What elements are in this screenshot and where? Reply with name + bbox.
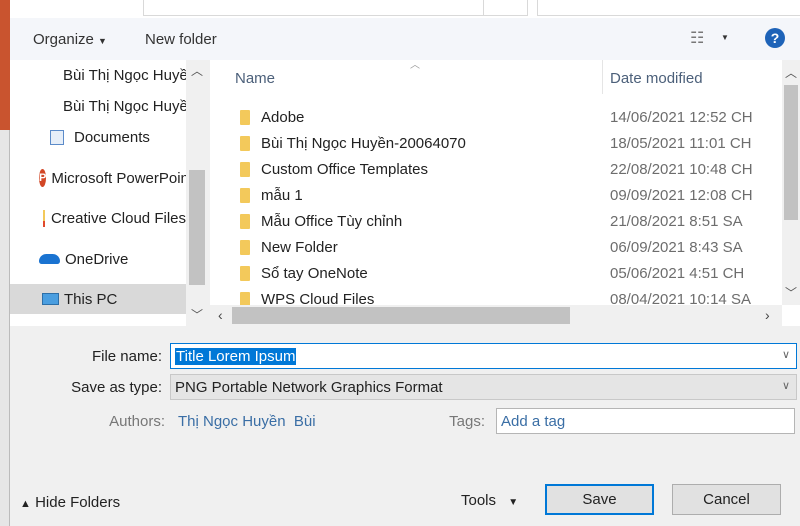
- save-as-type-value: PNG Portable Network Graphics Format: [175, 378, 443, 396]
- view-dropdown-icon[interactable]: ▼: [721, 33, 729, 42]
- nav-label: This PC: [64, 290, 118, 308]
- search-box[interactable]: [537, 0, 800, 16]
- new-folder-button[interactable]: New folder: [145, 31, 217, 48]
- save-as-type-select[interactable]: PNG Portable Network Graphics Format ∨: [170, 374, 797, 400]
- powerpoint-icon: P: [39, 169, 47, 187]
- nav-scrollbar[interactable]: ︿ ﹀: [186, 60, 208, 326]
- dropdown-arrow-icon: ▼: [98, 36, 107, 46]
- save-as-type-label: Save as type:: [71, 379, 162, 396]
- file-date: 22/08/2021 10:48 CH: [610, 160, 753, 178]
- nav-label: Documents: [74, 128, 150, 146]
- file-name: Adobe: [261, 108, 305, 126]
- nav-label: OneDrive: [65, 250, 129, 268]
- tags-placeholder: Add a tag: [501, 412, 566, 430]
- file-date: 18/05/2021 11:01 CH: [610, 134, 752, 152]
- tools-button[interactable]: Tools ▼: [461, 492, 518, 509]
- file-row[interactable]: mẫu 1 09/09/2021 12:08 CH: [210, 182, 782, 208]
- hide-folders-button[interactable]: ▲ Hide Folders: [20, 494, 120, 511]
- nav-item-folder-2[interactable]: Bùi Thị Ngọc Huyền: [10, 91, 186, 121]
- creative-cloud-icon: [43, 209, 45, 227]
- file-date: 05/06/2021 4:51 CH: [610, 264, 745, 282]
- organize-label: Organize: [33, 31, 94, 48]
- save-button[interactable]: Save: [545, 484, 654, 515]
- app-background-strip: [0, 0, 10, 130]
- toolbar: Organize ▼ New folder ☷ ▼ ?: [10, 18, 800, 60]
- nav-label: Microsoft PowerPoint: [51, 169, 186, 187]
- file-row[interactable]: New Folder 06/09/2021 8:43 SA: [210, 234, 782, 260]
- authors-label: Authors:: [109, 413, 165, 430]
- file-row[interactable]: Sổ tay OneNote 05/06/2021 4:51 CH: [210, 260, 782, 286]
- nav-item-documents[interactable]: Documents: [10, 122, 186, 152]
- folder-icon: [240, 135, 250, 151]
- folder-icon: [240, 239, 250, 255]
- chevron-up-icon: ▲: [20, 498, 31, 510]
- list-scrollbar-thumb[interactable]: [784, 85, 798, 220]
- folder-icon: [240, 213, 250, 229]
- column-header-name[interactable]: Name: [235, 70, 275, 87]
- file-list: ︿ Name Date modified Adobe 14/06/2021 12:…: [210, 60, 800, 326]
- nav-item-onedrive[interactable]: OneDrive: [10, 244, 186, 274]
- tools-label: Tools: [461, 492, 497, 509]
- scroll-down-icon[interactable]: ﹀: [191, 306, 203, 323]
- scroll-up-icon[interactable]: ︿: [785, 64, 797, 81]
- file-name: Mẫu Office Tùy chỉnh: [261, 212, 403, 230]
- folder-icon: [240, 187, 250, 203]
- navigation-pane: Bùi Thị Ngọc Huyền Bùi Thị Ngọc Huyền Do…: [10, 60, 208, 326]
- file-date: 06/09/2021 8:43 SA: [610, 238, 743, 256]
- file-name: New Folder: [261, 238, 338, 256]
- file-date: 14/06/2021 12:52 CH: [610, 108, 753, 126]
- nav-item-folder-1[interactable]: Bùi Thị Ngọc Huyền: [10, 60, 186, 90]
- folder-icon: [240, 161, 250, 177]
- file-row[interactable]: Adobe 14/06/2021 12:52 CH: [210, 104, 782, 130]
- list-horizontal-scrollbar[interactable]: ‹ ›: [210, 305, 782, 326]
- file-date: 21/08/2021 8:51 SA: [610, 212, 743, 230]
- sort-arrow-icon: ︿: [410, 60, 420, 71]
- nav-label: Bùi Thị Ngọc Huyền: [63, 97, 186, 115]
- file-name: Bùi Thị Ngọc Huyền-20064070: [261, 134, 466, 152]
- folder-icon: [240, 265, 250, 281]
- scroll-up-icon[interactable]: ︿: [191, 62, 203, 79]
- cancel-button[interactable]: Cancel: [672, 484, 781, 515]
- file-row[interactable]: Bùi Thị Ngọc Huyền-20064070 18/05/2021 11…: [210, 130, 782, 156]
- view-options-icon[interactable]: ☷: [690, 28, 704, 48]
- documents-icon: [50, 129, 64, 145]
- chevron-down-icon[interactable]: ∨: [782, 379, 790, 392]
- hide-folders-label: Hide Folders: [35, 494, 121, 511]
- address-divider: [483, 0, 484, 16]
- scroll-right-icon[interactable]: ›: [765, 307, 770, 323]
- nav-label: Creative Cloud Files: [50, 209, 186, 227]
- pc-icon: [42, 293, 59, 305]
- file-row[interactable]: Mẫu Office Tùy chỉnh 21/08/2021 8:51 SA: [210, 208, 782, 234]
- list-vertical-scrollbar[interactable]: ︿ ﹀: [782, 60, 800, 305]
- column-divider[interactable]: [602, 60, 603, 94]
- folder-icon: [240, 109, 250, 125]
- file-name: Sổ tay OneNote: [261, 264, 368, 282]
- file-date: 09/09/2021 12:08 CH: [610, 186, 753, 204]
- dropdown-arrow-icon: ▼: [508, 497, 519, 508]
- file-name-value: Title Lorem Ipsum: [175, 347, 297, 365]
- help-icon[interactable]: ?: [765, 28, 785, 48]
- horizontal-scrollbar-thumb[interactable]: [232, 307, 570, 324]
- nav-item-this-pc[interactable]: This PC: [10, 284, 186, 314]
- nav-item-powerpoint[interactable]: P Microsoft PowerPoint: [10, 163, 186, 193]
- column-header-date[interactable]: Date modified: [610, 70, 703, 87]
- file-name: Custom Office Templates: [261, 160, 429, 178]
- file-name-label: File name:: [91, 348, 162, 365]
- chevron-down-icon[interactable]: ∨: [782, 348, 790, 361]
- scroll-down-icon[interactable]: ﹀: [785, 284, 797, 301]
- scroll-left-icon[interactable]: ‹: [218, 307, 223, 323]
- tags-label: Tags:: [449, 413, 485, 430]
- nav-item-creative-cloud[interactable]: Creative Cloud Files: [10, 203, 186, 233]
- organize-button[interactable]: Organize ▼: [33, 31, 107, 48]
- onedrive-icon: [39, 254, 60, 264]
- file-name-input[interactable]: Title Lorem Ipsum ∨: [170, 343, 797, 369]
- nav-label: Bùi Thị Ngọc Huyền: [63, 66, 186, 84]
- authors-value[interactable]: Thị Ngọc Huyền Bùi: [178, 413, 316, 430]
- address-bar[interactable]: [143, 0, 528, 16]
- nav-scrollbar-thumb[interactable]: [189, 170, 205, 285]
- file-name: mẫu 1: [261, 186, 303, 204]
- tags-input[interactable]: Add a tag: [496, 408, 795, 434]
- file-row[interactable]: Custom Office Templates 22/08/2021 10:48 …: [210, 156, 782, 182]
